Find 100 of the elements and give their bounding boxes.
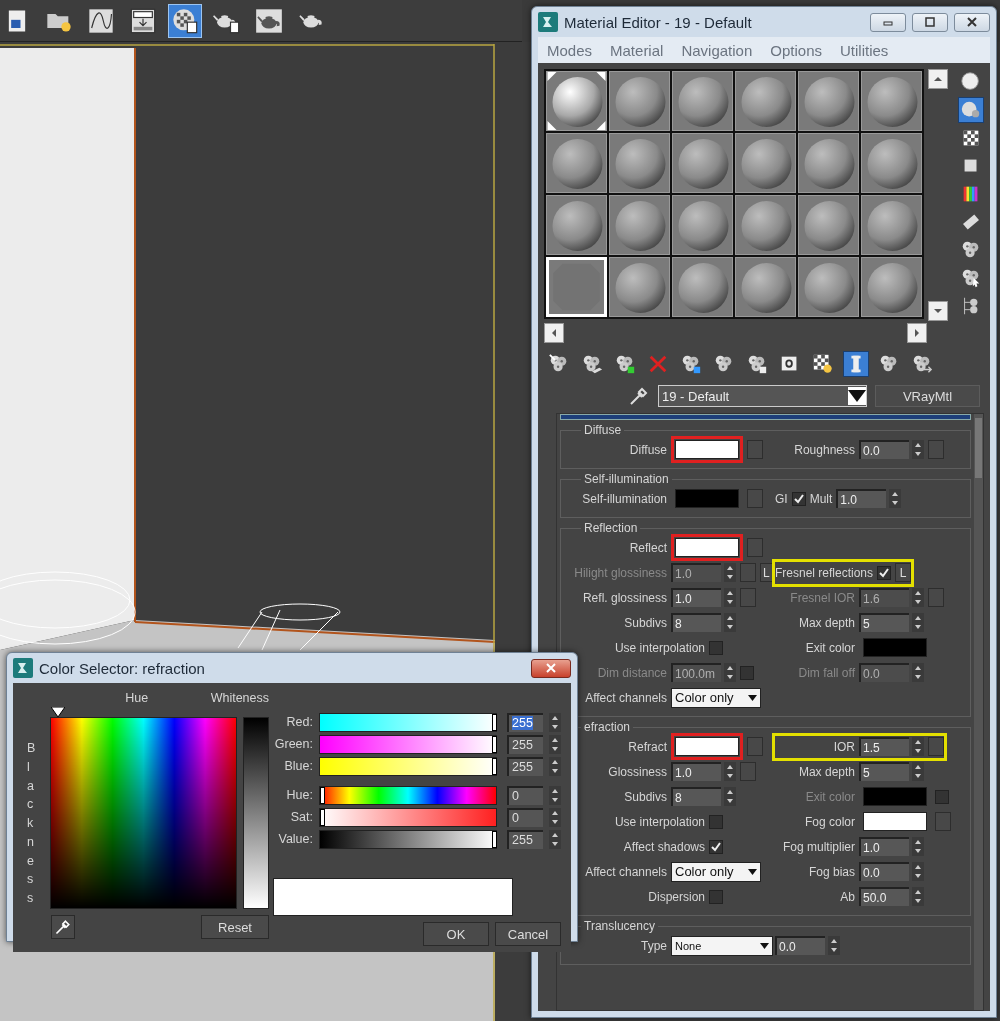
material-slot[interactable] <box>798 71 859 131</box>
slider-track[interactable] <box>319 734 497 754</box>
value-field[interactable]: 5 <box>859 613 909 632</box>
scroll-down-button[interactable] <box>928 301 948 321</box>
slider-track[interactable] <box>319 712 497 732</box>
material-type-button[interactable]: VRayMtl <box>875 385 980 407</box>
material-slot[interactable] <box>735 133 796 193</box>
slider-thumb[interactable] <box>320 786 325 804</box>
material-slot[interactable] <box>609 257 670 317</box>
material-slot[interactable] <box>546 71 607 131</box>
group-title: Translucency <box>583 919 656 933</box>
slider-track[interactable] <box>319 785 497 805</box>
dropdown[interactable]: Color only <box>671 687 761 708</box>
field-label: Dispersion <box>648 889 705 904</box>
channel-label: Hue: <box>285 788 313 802</box>
slider-thumb[interactable] <box>492 735 497 753</box>
spinner-arrows-icon <box>724 762 736 781</box>
color-swatch[interactable] <box>675 489 739 508</box>
group-title: Diffuse <box>583 423 623 437</box>
scroll-left-button[interactable] <box>544 323 564 343</box>
material-slot[interactable] <box>672 133 733 193</box>
scroll-right-button[interactable] <box>907 323 927 343</box>
value-field[interactable]: 255 <box>507 712 543 732</box>
eyedropper-button[interactable] <box>51 915 75 939</box>
material-slot[interactable] <box>672 195 733 255</box>
menu-item[interactable]: Modes <box>547 41 593 59</box>
dropdown[interactable]: None <box>671 935 773 956</box>
material-slot[interactable] <box>861 71 922 131</box>
color-swatch[interactable] <box>863 812 927 831</box>
value-field[interactable]: 1.0 <box>859 837 909 856</box>
value-field[interactable]: 0 <box>507 785 543 805</box>
slider-track[interactable] <box>319 807 497 827</box>
value-field[interactable]: 8 <box>671 613 721 632</box>
close-button[interactable] <box>531 658 571 678</box>
hue-gradient-picker[interactable] <box>50 717 238 909</box>
down-arrow-panel-icon <box>129 6 157 35</box>
material-slot[interactable] <box>735 71 796 131</box>
material-slot[interactable] <box>609 71 670 131</box>
slider-thumb[interactable] <box>492 713 497 731</box>
material-slot[interactable] <box>735 195 796 255</box>
material-slot[interactable] <box>861 133 922 193</box>
scrollbar-thumb[interactable] <box>975 418 982 478</box>
material-slot[interactable] <box>861 195 922 255</box>
slider-thumb[interactable] <box>492 830 497 848</box>
value-field[interactable]: 1.5 <box>859 737 909 756</box>
field-label: Subdivs <box>624 615 667 630</box>
slider-track[interactable] <box>319 756 497 776</box>
material-slot[interactable] <box>546 133 607 193</box>
value-field[interactable]: 1.0 <box>836 489 887 508</box>
material-slot[interactable] <box>798 133 859 193</box>
material-slot[interactable] <box>798 257 859 317</box>
close-button[interactable] <box>954 12 990 32</box>
color-swatch[interactable] <box>863 638 927 657</box>
cancel-button[interactable]: Cancel <box>495 922 561 946</box>
checkbox[interactable] <box>709 889 723 904</box>
material-slot[interactable] <box>609 133 670 193</box>
value-field[interactable]: 0.0 <box>859 440 909 459</box>
material-slot[interactable] <box>609 195 670 255</box>
reset-button[interactable]: Reset <box>201 915 269 939</box>
scroll-up-button[interactable] <box>928 69 948 89</box>
tool-button[interactable] <box>958 97 984 123</box>
value-field[interactable]: 0 <box>507 807 543 827</box>
checkbox[interactable] <box>709 640 723 655</box>
slider-track[interactable] <box>319 829 497 849</box>
maximize-button[interactable] <box>912 12 948 32</box>
menu-item[interactable]: Navigation <box>681 41 753 59</box>
checkbox[interactable] <box>709 839 723 854</box>
tool-button[interactable] <box>843 351 869 377</box>
scrollbar[interactable] <box>974 414 983 1010</box>
menu-item[interactable]: Options <box>770 41 822 59</box>
material-slot[interactable] <box>672 71 733 131</box>
lock-button[interactable]: L <box>895 563 912 582</box>
menu-item[interactable]: Utilities <box>840 41 889 59</box>
value-field[interactable]: 8 <box>671 787 721 806</box>
slider-thumb[interactable] <box>492 757 497 775</box>
value-field[interactable]: 0.0 <box>775 936 825 955</box>
material-slot[interactable] <box>861 257 922 317</box>
checkbox[interactable] <box>877 565 892 580</box>
material-name-field[interactable]: 19 - Default <box>658 385 867 407</box>
material-slot[interactable] <box>672 257 733 317</box>
material-slot[interactable] <box>798 195 859 255</box>
dropdown[interactable]: Color only <box>671 861 761 882</box>
value-field[interactable]: 5 <box>859 762 909 781</box>
value-field[interactable]: 255 <box>507 756 543 776</box>
menu-item[interactable]: Material <box>610 41 664 59</box>
ok-button[interactable]: OK <box>423 922 489 946</box>
material-slot[interactable] <box>546 195 607 255</box>
minimize-button[interactable] <box>870 12 906 32</box>
material-slot[interactable] <box>735 257 796 317</box>
value-field[interactable]: 0.0 <box>859 862 909 881</box>
value-field[interactable]: 1.0 <box>671 762 721 781</box>
value-field[interactable]: 255 <box>507 829 543 849</box>
checkbox[interactable] <box>709 814 723 829</box>
value-field[interactable]: 50.0 <box>859 887 909 906</box>
checkbox[interactable] <box>791 491 806 506</box>
value-field[interactable]: 255 <box>507 734 543 754</box>
whiteness-bar[interactable] <box>243 717 269 909</box>
value-field[interactable]: 1.0 <box>671 588 721 607</box>
toolbar-button[interactable] <box>168 3 202 38</box>
slider-thumb[interactable] <box>320 808 325 826</box>
